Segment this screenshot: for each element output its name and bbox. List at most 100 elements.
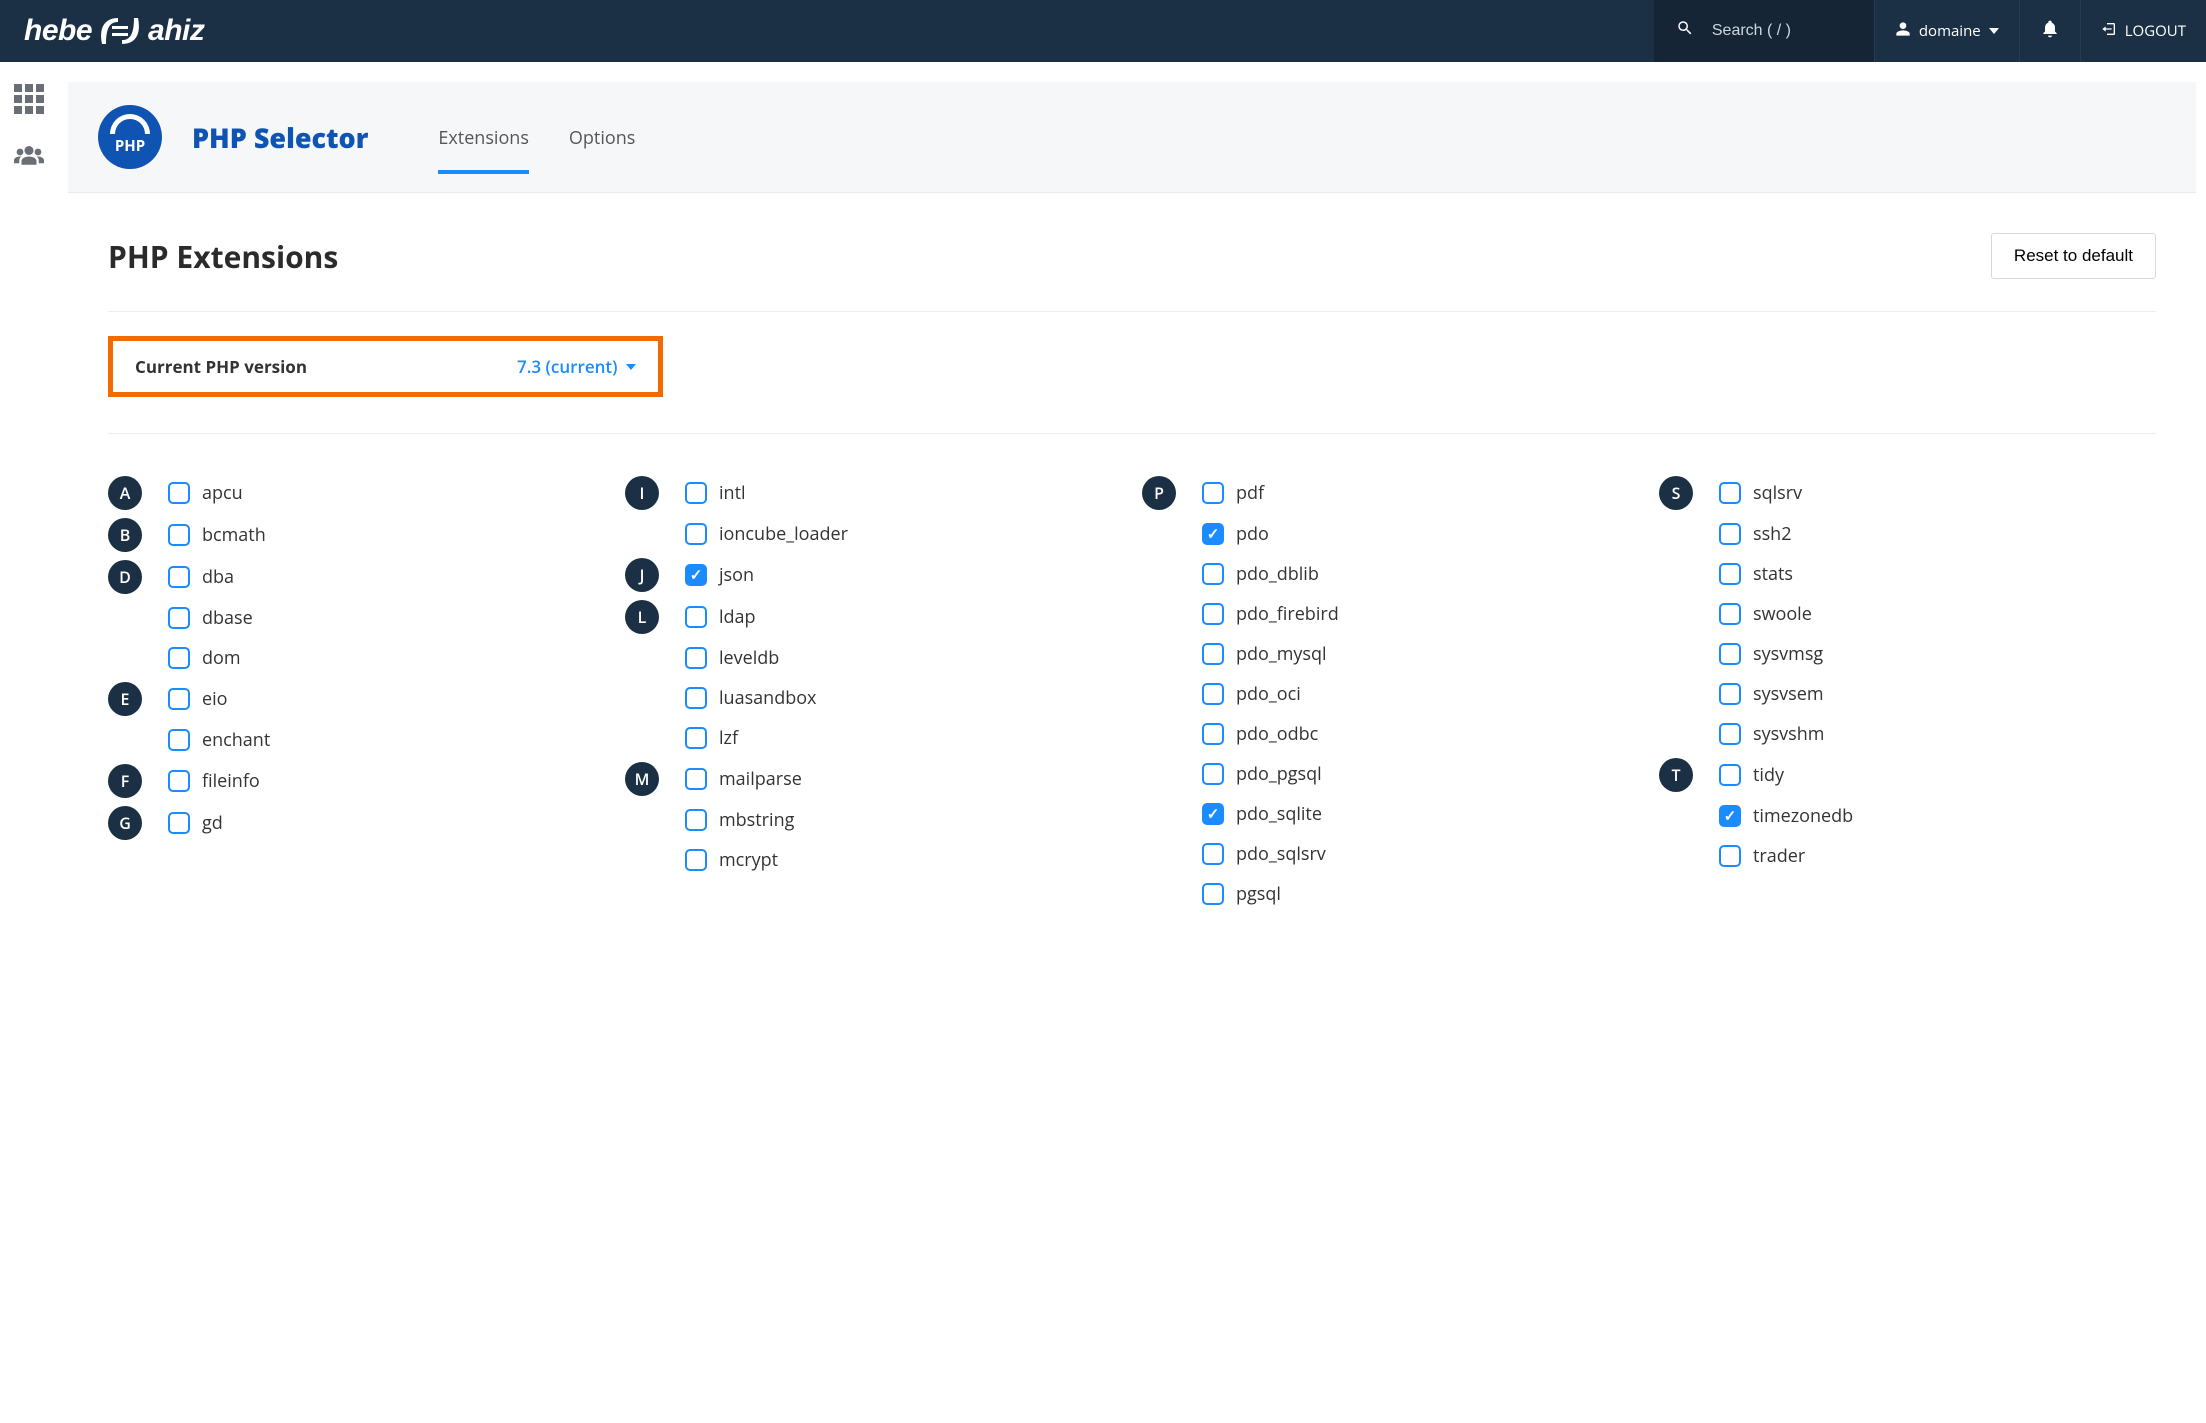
checkbox-dba[interactable] (168, 566, 190, 588)
search-icon (1676, 19, 1694, 43)
extensions-column: Ppdfpdopdo_dblibpdo_firebirdpdo_mysqlpdo… (1142, 468, 1639, 918)
extension-pdo_odbc: pdo_odbc (1202, 718, 1318, 750)
checkbox-tidy[interactable] (1719, 764, 1741, 786)
extension-luasandbox: luasandbox (685, 682, 816, 714)
extension-label: ldap (719, 605, 756, 629)
extension-ssh2: ssh2 (1719, 518, 1792, 550)
checkbox-pdo_odbc[interactable] (1202, 723, 1224, 745)
extension-apcu: apcu (168, 477, 243, 509)
extension-row: stats (1659, 558, 2156, 590)
extension-label: eio (202, 687, 227, 711)
extension-pgsql: pgsql (1202, 878, 1281, 910)
checkbox-mailparse[interactable] (685, 768, 707, 790)
checkbox-sysvsem[interactable] (1719, 683, 1741, 705)
checkbox-apcu[interactable] (168, 482, 190, 504)
checkbox-enchant[interactable] (168, 729, 190, 751)
panel-header: PHP PHP Selector Extensions Options (68, 82, 2196, 193)
checkbox-dbase[interactable] (168, 607, 190, 629)
extension-ldap: ldap (685, 601, 756, 633)
extension-row: trader (1659, 840, 2156, 872)
letter-badge-b: B (108, 518, 142, 552)
letter-badge-f: F (108, 764, 142, 798)
extension-label: json (719, 563, 754, 587)
checkbox-json[interactable] (685, 564, 707, 586)
version-dropdown[interactable]: 7.3 (current) (517, 355, 636, 378)
checkbox-lzf[interactable] (685, 727, 707, 749)
checkbox-pgsql[interactable] (1202, 883, 1224, 905)
checkbox-sqlsrv[interactable] (1719, 482, 1741, 504)
extension-pdo_mysql: pdo_mysql (1202, 638, 1327, 670)
extension-row: Ffileinfo (108, 764, 605, 798)
extension-row: pdo_mysql (1142, 638, 1639, 670)
extension-label: leveldb (719, 646, 779, 670)
chevron-down-icon (626, 364, 636, 370)
checkbox-mbstring[interactable] (685, 809, 707, 831)
extension-row: sysvmsg (1659, 638, 2156, 670)
checkbox-stats[interactable] (1719, 563, 1741, 585)
checkbox-pdo_pgsql[interactable] (1202, 763, 1224, 785)
checkbox-luasandbox[interactable] (685, 687, 707, 709)
search-input[interactable] (1712, 22, 1842, 40)
logout-label: LOGOUT (2125, 21, 2186, 41)
checkbox-mcrypt[interactable] (685, 849, 707, 871)
search-box[interactable] (1654, 0, 1874, 62)
brand-logo[interactable]: hebe ahiz (24, 14, 204, 48)
extension-label: pdo_sqlite (1236, 802, 1322, 826)
letter-badge-m: M (625, 762, 659, 796)
checkbox-ssh2[interactable] (1719, 523, 1741, 545)
extension-label: mbstring (719, 808, 794, 832)
extension-row: pdo_sqlite (1142, 798, 1639, 830)
extension-row: Ppdf (1142, 476, 1639, 510)
reset-to-default-button[interactable]: Reset to default (1991, 233, 2156, 279)
checkbox-eio[interactable] (168, 688, 190, 710)
checkbox-pdo_sqlsrv[interactable] (1202, 843, 1224, 865)
checkbox-intl[interactable] (685, 482, 707, 504)
checkbox-trader[interactable] (1719, 845, 1741, 867)
extension-row: pdo_pgsql (1142, 758, 1639, 790)
checkbox-swoole[interactable] (1719, 603, 1741, 625)
logout-button[interactable]: LOGOUT (2080, 0, 2206, 62)
checkbox-fileinfo[interactable] (168, 770, 190, 792)
checkbox-sysvmsg[interactable] (1719, 643, 1741, 665)
extension-row: mcrypt (625, 844, 1122, 876)
extension-label: tidy (1753, 763, 1784, 787)
letter-badge-e: E (108, 682, 142, 716)
tab-options[interactable]: Options (569, 102, 635, 172)
brand-right: ahiz (148, 14, 204, 48)
extension-row: pdo_odbc (1142, 718, 1639, 750)
extension-row: dbase (108, 602, 605, 634)
extension-row: pdo (1142, 518, 1639, 550)
checkbox-pdo_dblib[interactable] (1202, 563, 1224, 585)
extension-row: swoole (1659, 598, 2156, 630)
left-rail (0, 62, 58, 174)
checkbox-dom[interactable] (168, 647, 190, 669)
checkbox-pdf[interactable] (1202, 482, 1224, 504)
checkbox-ioncube_loader[interactable] (685, 523, 707, 545)
checkbox-pdo_oci[interactable] (1202, 683, 1224, 705)
letter-badge-s: S (1659, 476, 1693, 510)
tab-extensions[interactable]: Extensions (438, 102, 529, 172)
users-icon[interactable] (14, 138, 44, 174)
checkbox-timezonedb[interactable] (1719, 805, 1741, 827)
apps-grid-icon[interactable] (14, 84, 44, 114)
checkbox-pdo[interactable] (1202, 523, 1224, 545)
extension-label: sysvshm (1753, 722, 1824, 746)
extension-leveldb: leveldb (685, 642, 779, 674)
notifications[interactable] (2019, 0, 2080, 62)
extension-stats: stats (1719, 558, 1793, 590)
checkbox-pdo_firebird[interactable] (1202, 603, 1224, 625)
extension-enchant: enchant (168, 724, 270, 756)
extension-row: leveldb (625, 642, 1122, 674)
checkbox-leveldb[interactable] (685, 647, 707, 669)
extension-row: ioncube_loader (625, 518, 1122, 550)
letter-badge-d: D (108, 560, 142, 594)
checkbox-ldap[interactable] (685, 606, 707, 628)
extension-label: pdo_firebird (1236, 602, 1339, 626)
checkbox-gd[interactable] (168, 812, 190, 834)
checkbox-sysvshm[interactable] (1719, 723, 1741, 745)
user-menu[interactable]: domaine (1874, 0, 2019, 62)
checkbox-pdo_sqlite[interactable] (1202, 803, 1224, 825)
checkbox-pdo_mysql[interactable] (1202, 643, 1224, 665)
extension-row: sysvshm (1659, 718, 2156, 750)
checkbox-bcmath[interactable] (168, 524, 190, 546)
